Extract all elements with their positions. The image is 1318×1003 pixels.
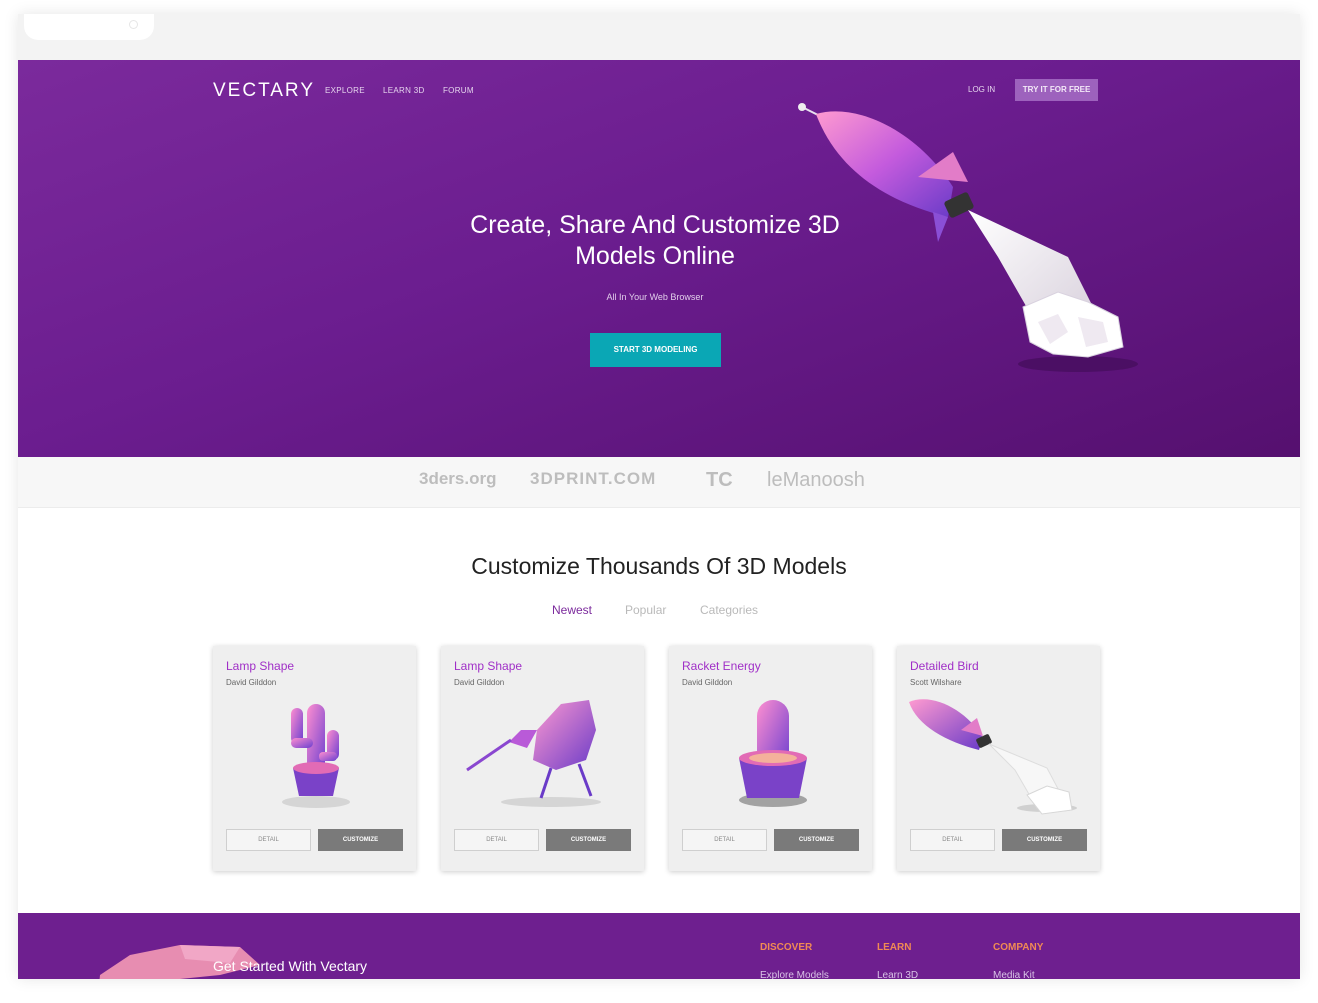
nav-explore[interactable]: EXPLORE	[325, 86, 365, 95]
detail-button[interactable]: DETAIL	[454, 829, 539, 851]
tab-dot-icon	[130, 21, 137, 28]
press-logo-3ders[interactable]: 3ders.org	[419, 469, 496, 489]
kiwi-bird-model-thumbnail[interactable]	[441, 690, 644, 822]
rocket-model-thumbnail[interactable]	[897, 690, 1100, 822]
model-card[interactable]: Lamp Shape David Gilddon DETAIL CUSTOMIZ…	[213, 646, 416, 871]
nav-forum[interactable]: FORUM	[443, 86, 474, 95]
detail-button[interactable]: DETAIL	[226, 829, 311, 851]
model-author[interactable]: David Gilddon	[226, 678, 276, 687]
model-title[interactable]: Lamp Shape	[226, 659, 294, 673]
press-logo-3dprint[interactable]: 3DPRINT.COM	[530, 469, 656, 489]
browser-chrome	[18, 14, 1300, 60]
rocket-illustration	[798, 103, 1138, 372]
vectary-logo[interactable]: VECTARY	[213, 80, 315, 102]
start-modeling-button[interactable]: START 3D MODELING	[590, 333, 721, 367]
footer-section: Get Started With Vectary DISCOVER LEARN …	[18, 913, 1300, 979]
model-author[interactable]: Scott Wilshare	[910, 678, 962, 687]
hero-section: VECTARY EXPLORE LEARN 3D FORUM LOG IN TR…	[18, 60, 1300, 457]
customize-button[interactable]: CUSTOMIZE	[546, 829, 631, 851]
detail-button[interactable]: DETAIL	[682, 829, 767, 851]
footer-heading-learn: LEARN	[877, 942, 912, 953]
cactus-model-thumbnail[interactable]	[213, 690, 416, 822]
customize-button[interactable]: CUSTOMIZE	[774, 829, 859, 851]
customize-button[interactable]: CUSTOMIZE	[318, 829, 403, 851]
tab-categories[interactable]: Categories	[700, 603, 758, 617]
model-title[interactable]: Detailed Bird	[910, 659, 979, 673]
customize-button[interactable]: CUSTOMIZE	[1002, 829, 1087, 851]
press-logos-bar: 3ders.org 3DPRINT.COM TC leManoosh	[18, 457, 1300, 508]
tab-newest[interactable]: Newest	[552, 603, 592, 617]
models-section-title: Customize Thousands Of 3D Models	[471, 553, 847, 579]
footer-link-explore-models[interactable]: Explore Models	[760, 970, 829, 979]
model-author[interactable]: David Gilddon	[454, 678, 504, 687]
detail-button[interactable]: DETAIL	[910, 829, 995, 851]
footer-link-media-kit[interactable]: Media Kit	[993, 970, 1035, 979]
footer-heading-company: COMPANY	[993, 942, 1044, 953]
nav-learn-3d[interactable]: LEARN 3D	[383, 86, 425, 95]
press-logo-lemanoosh[interactable]: leManoosh	[767, 469, 865, 492]
press-logo-techcrunch[interactable]: TC	[706, 469, 733, 492]
model-title[interactable]: Lamp Shape	[454, 659, 522, 673]
model-card[interactable]: Racket Energy David Gilddon DETAIL CUSTO…	[669, 646, 872, 871]
model-title[interactable]: Racket Energy	[682, 659, 761, 673]
potted-cactus-model-thumbnail[interactable]	[669, 690, 872, 822]
footer-cta-text: Get Started With Vectary	[213, 958, 368, 974]
tab-popular[interactable]: Popular	[625, 603, 666, 617]
browser-window: VECTARY EXPLORE LEARN 3D FORUM LOG IN TR…	[18, 14, 1300, 979]
model-card[interactable]: Detailed Bird Scott Wilshare DETAIL CUST…	[897, 646, 1100, 871]
footer-heading-discover: DISCOVER	[760, 942, 813, 953]
model-author[interactable]: David Gilddon	[682, 678, 732, 687]
model-card[interactable]: Lamp Shape David Gilddon DETAIL CUSTOMIZ…	[441, 646, 644, 871]
footer-link-learn-3d[interactable]: Learn 3D	[877, 970, 918, 979]
